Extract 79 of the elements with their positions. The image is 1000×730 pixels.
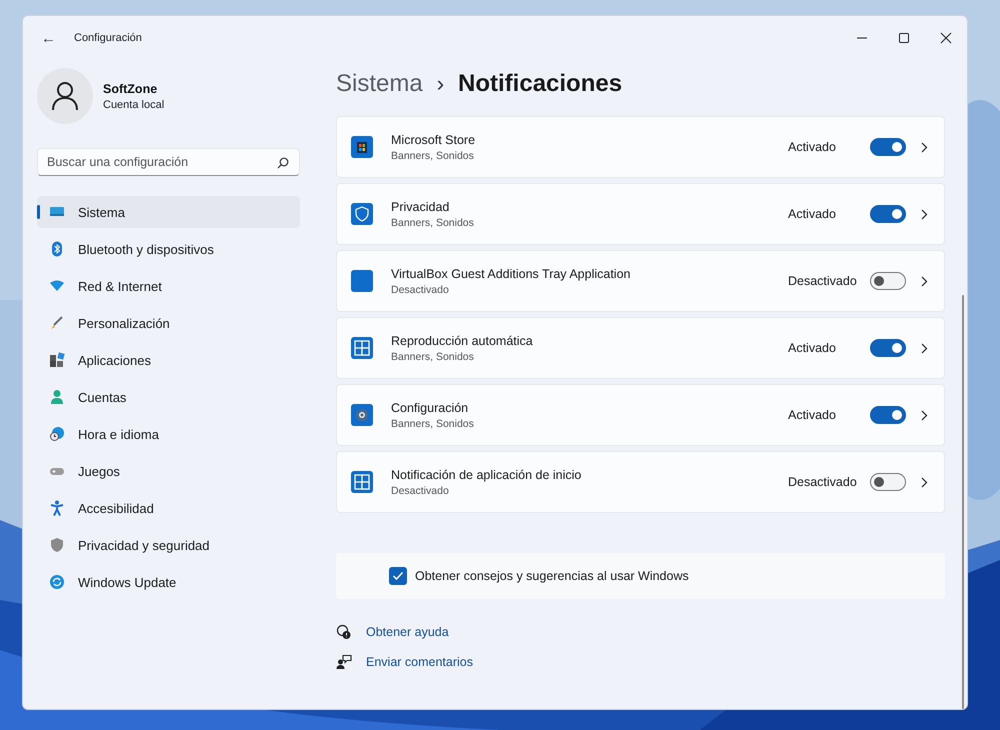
app-notification-card[interactable]: Privacidad Banners, Sonidos Activado xyxy=(336,183,945,245)
app-detail: Desactivado xyxy=(391,284,450,296)
app-notification-card[interactable]: VirtualBox Guest Additions Tray Application Desactivado Desactivado xyxy=(336,250,945,312)
toggle-switch[interactable] xyxy=(870,406,906,424)
chevron-icon xyxy=(921,276,928,286)
link[interactable]: Obtener ayuda xyxy=(366,625,449,639)
page-title: Notificaciones xyxy=(458,70,622,98)
app-name: Notificación de aplicación de inicio xyxy=(391,468,582,482)
app-detail: Banners, Sonidos xyxy=(391,418,475,430)
tiles-icon xyxy=(351,471,373,493)
brush-icon xyxy=(49,315,65,331)
breadcrumb-link[interactable]: Sistema xyxy=(336,70,423,98)
app-name: Microsoft Store xyxy=(391,132,476,146)
chevron-icon xyxy=(921,142,928,152)
app-notification-card[interactable]: Notificación de aplicación de inicio Desactivado Desactivado xyxy=(336,451,945,513)
shield-icon xyxy=(49,537,65,553)
tiles-icon xyxy=(351,337,373,359)
checkbox[interactable] xyxy=(389,567,407,585)
sidebar-item[interactable]: Sistema xyxy=(37,196,300,228)
toggle-switch[interactable] xyxy=(870,205,906,223)
app-notification-card[interactable]: Configuración Banners, Sonidos Activado xyxy=(336,384,945,446)
checkbox-label: Obtener consejos y sugerencias al usar Windows xyxy=(415,569,689,583)
account-name: SoftZone xyxy=(103,82,158,96)
close-button[interactable] xyxy=(940,32,952,44)
toggle-status: Desactivado xyxy=(788,475,858,489)
sidebar-item[interactable]: Windows Update xyxy=(37,566,300,598)
person-icon xyxy=(49,389,65,405)
app-notification-card[interactable]: Reproducción automática Banners, Sonidos Activado xyxy=(336,317,945,379)
chevron-icon xyxy=(921,208,928,220)
app-name: Privacidad xyxy=(391,200,450,214)
toggle-switch[interactable] xyxy=(870,272,906,290)
maximize-button[interactable] xyxy=(898,32,910,44)
apps-icon xyxy=(49,352,65,368)
toggle-switch[interactable] xyxy=(870,138,906,156)
toggle-status: Desactivado xyxy=(788,274,858,288)
app-detail: Banners, Sonidos xyxy=(391,350,475,362)
app-detail: Banners, Sonidos xyxy=(391,216,475,228)
chevron-icon xyxy=(921,476,928,488)
help-icon xyxy=(336,624,352,640)
sidebar-item[interactable]: Cuentas xyxy=(37,381,300,413)
toggle-switch[interactable] xyxy=(870,339,906,357)
link[interactable]: Enviar comentarios xyxy=(366,655,473,669)
toggle-status: Activado xyxy=(788,341,837,355)
app-icon xyxy=(351,270,373,292)
sidebar-item[interactable]: Juegos xyxy=(37,455,300,487)
feedback-icon xyxy=(336,654,352,670)
sidebar-item[interactable]: Personalización xyxy=(37,307,300,339)
gear-icon xyxy=(351,404,373,426)
shield-icon xyxy=(351,203,373,225)
store-icon xyxy=(351,136,373,158)
sidebar-item[interactable]: Aplicaciones xyxy=(37,344,300,376)
back-button[interactable]: ← xyxy=(37,28,60,48)
app-name: Configuración xyxy=(391,400,470,414)
checkmark-icon xyxy=(392,571,404,581)
window-title: Configuración xyxy=(74,32,142,44)
accessibility-icon xyxy=(49,500,65,516)
toggle-switch[interactable] xyxy=(870,473,906,491)
toggle-status: Activado xyxy=(788,408,837,422)
sidebar-item[interactable]: Bluetooth y dispositivos xyxy=(37,233,300,265)
app-notification-card[interactable]: Microsoft Store Banners, Sonidos Activado xyxy=(336,116,945,178)
app-detail: Desactivado xyxy=(391,484,450,496)
toggle-status: Activado xyxy=(788,207,837,221)
toggle-status: Activado xyxy=(788,140,837,154)
bluetooth-icon xyxy=(49,241,65,257)
chevron-icon xyxy=(921,342,928,354)
search-icon xyxy=(277,157,289,169)
sidebar-item[interactable]: Accesibilidad xyxy=(37,492,300,524)
sidebar-item[interactable]: Privacidad y seguridad xyxy=(37,529,300,561)
search-field[interactable]: Buscar una configuración xyxy=(37,148,300,176)
breadcrumb-separator: › xyxy=(436,71,444,97)
app-detail: Banners, Sonidos xyxy=(391,150,475,162)
app-name: Reproducción automática xyxy=(391,334,534,348)
clock-globe-icon xyxy=(49,426,65,442)
app-name: VirtualBox Guest Additions Tray Application xyxy=(391,266,632,280)
account-type: Cuenta local xyxy=(103,98,164,110)
refresh-icon xyxy=(49,574,65,590)
chevron-icon xyxy=(921,410,928,420)
sidebar-item[interactable]: Hora e idioma xyxy=(37,418,300,450)
sidebar-item[interactable]: Red & Internet xyxy=(37,270,300,302)
